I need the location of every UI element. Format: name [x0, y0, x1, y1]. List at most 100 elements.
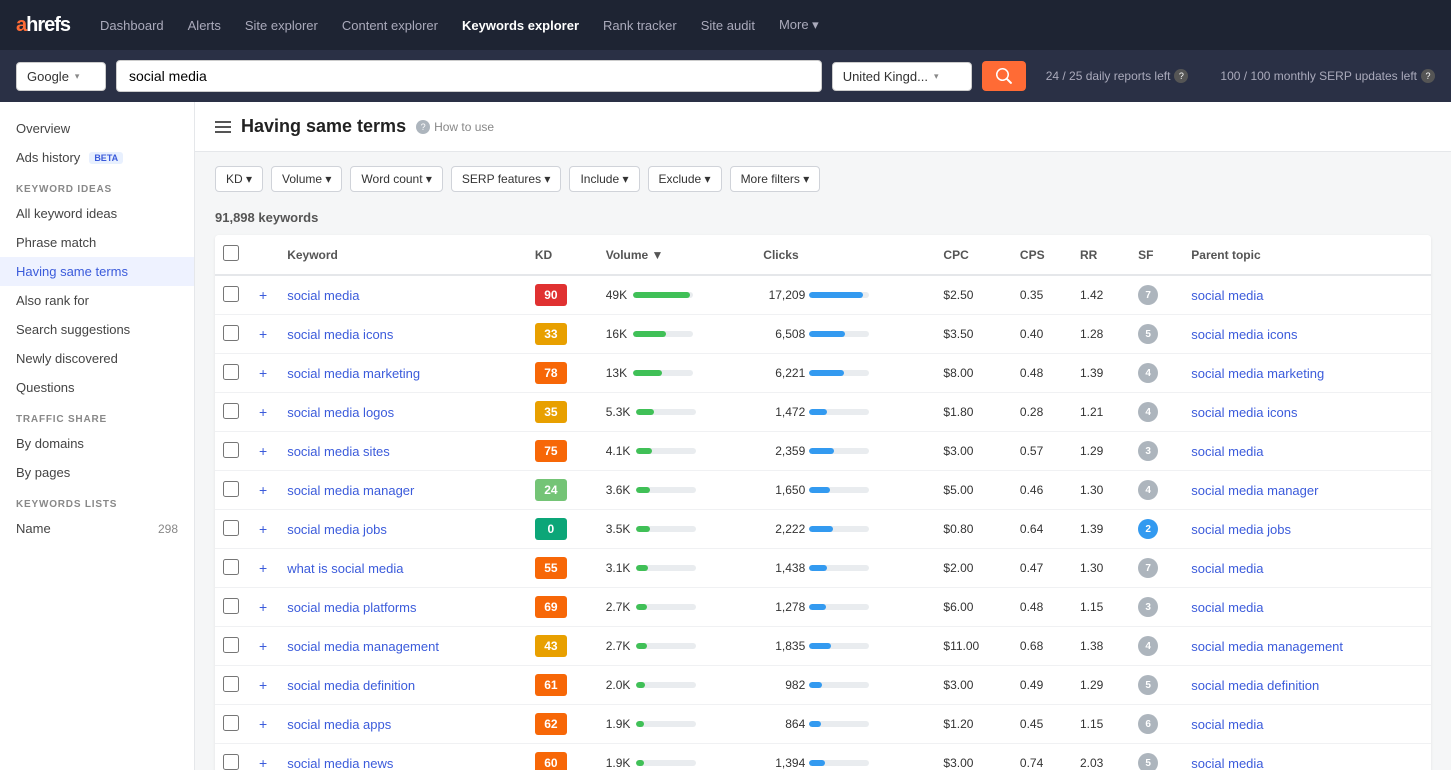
country-select[interactable]: United Kingd... ▾ [832, 62, 972, 91]
nav-more[interactable]: More ▾ [769, 11, 829, 39]
how-to-use-link[interactable]: ? How to use [416, 120, 494, 134]
keyword-link[interactable]: social media marketing [287, 366, 420, 381]
sidebar-item-by-pages[interactable]: By pages [0, 458, 194, 487]
th-clicks[interactable]: Clicks [755, 235, 935, 275]
filter-include[interactable]: Include ▾ [569, 166, 639, 192]
nav-content-explorer[interactable]: Content explorer [332, 12, 448, 39]
row-checkbox[interactable] [223, 598, 239, 614]
keyword-link[interactable]: social media definition [287, 678, 415, 693]
row-checkbox[interactable] [223, 364, 239, 380]
add-keyword-button[interactable]: + [255, 326, 271, 342]
sidebar-item-all-keyword-ideas[interactable]: All keyword ideas [0, 199, 194, 228]
add-keyword-button[interactable]: + [255, 755, 271, 770]
keyword-link[interactable]: social media manager [287, 483, 414, 498]
row-checkbox[interactable] [223, 715, 239, 731]
sidebar-item-name[interactable]: Name 298 [0, 514, 194, 543]
search-input[interactable] [116, 60, 822, 92]
filter-kd[interactable]: KD ▾ [215, 166, 263, 192]
keyword-link[interactable]: social media apps [287, 717, 391, 732]
add-keyword-button[interactable]: + [255, 365, 271, 381]
row-checkbox[interactable] [223, 481, 239, 497]
th-kd[interactable]: KD [527, 235, 598, 275]
keyword-link[interactable]: social media jobs [287, 522, 387, 537]
add-keyword-button[interactable]: + [255, 599, 271, 615]
select-all-checkbox[interactable] [223, 245, 239, 261]
row-checkbox[interactable] [223, 442, 239, 458]
row-checkbox-cell [215, 666, 247, 705]
parent-topic-link[interactable]: social media marketing [1191, 366, 1324, 381]
row-checkbox[interactable] [223, 325, 239, 341]
sidebar-item-by-domains[interactable]: By domains [0, 429, 194, 458]
engine-select[interactable]: Google ▾ [16, 62, 106, 91]
keyword-link[interactable]: social media sites [287, 444, 390, 459]
keyword-link[interactable]: social media management [287, 639, 439, 654]
sidebar-item-search-suggestions[interactable]: Search suggestions [0, 315, 194, 344]
kd-badge: 62 [535, 713, 567, 735]
sidebar-item-also-rank-for[interactable]: Also rank for [0, 286, 194, 315]
add-keyword-button[interactable]: + [255, 404, 271, 420]
table-row: + social media sites 75 4.1K 2,359 $3.00… [215, 432, 1431, 471]
keyword-link[interactable]: social media logos [287, 405, 394, 420]
sidebar-item-overview[interactable]: Overview [0, 114, 194, 143]
add-keyword-button[interactable]: + [255, 287, 271, 303]
nav-rank-tracker[interactable]: Rank tracker [593, 12, 687, 39]
add-keyword-button[interactable]: + [255, 443, 271, 459]
row-checkbox[interactable] [223, 520, 239, 536]
nav-site-audit[interactable]: Site audit [691, 12, 765, 39]
th-cpc[interactable]: CPC [935, 235, 1012, 275]
sidebar-item-phrase-match[interactable]: Phrase match [0, 228, 194, 257]
parent-topic-link[interactable]: social media definition [1191, 678, 1319, 693]
row-checkbox[interactable] [223, 754, 239, 770]
parent-topic-link[interactable]: social media [1191, 717, 1263, 732]
add-keyword-button[interactable]: + [255, 716, 271, 732]
parent-topic-link[interactable]: social media icons [1191, 405, 1297, 420]
filter-exclude[interactable]: Exclude ▾ [648, 166, 722, 192]
parent-topic-link[interactable]: social media [1191, 444, 1263, 459]
parent-topic-link[interactable]: social media management [1191, 639, 1343, 654]
row-checkbox[interactable] [223, 403, 239, 419]
row-add-cell: + [247, 588, 279, 627]
row-checkbox[interactable] [223, 286, 239, 302]
sidebar-item-newly-discovered[interactable]: Newly discovered [0, 344, 194, 373]
parent-topic-link[interactable]: social media jobs [1191, 522, 1291, 537]
row-checkbox[interactable] [223, 676, 239, 692]
row-checkbox[interactable] [223, 637, 239, 653]
parent-topic-link[interactable]: social media manager [1191, 483, 1318, 498]
parent-topic-link[interactable]: social media [1191, 600, 1263, 615]
add-keyword-button[interactable]: + [255, 521, 271, 537]
parent-topic-link[interactable]: social media [1191, 561, 1263, 576]
parent-topic-link[interactable]: social media icons [1191, 327, 1297, 342]
th-rr[interactable]: RR [1072, 235, 1130, 275]
add-keyword-button[interactable]: + [255, 638, 271, 654]
parent-topic-link[interactable]: social media [1191, 288, 1263, 303]
keywords-count: 91,898 keywords [195, 206, 1451, 235]
nav-site-explorer[interactable]: Site explorer [235, 12, 328, 39]
sidebar-item-ads-history[interactable]: Ads history BETA [0, 143, 194, 172]
ahrefs-logo[interactable]: ahrefs [16, 14, 70, 37]
th-volume[interactable]: Volume ▼ [598, 235, 756, 275]
nav-dashboard[interactable]: Dashboard [90, 12, 174, 39]
search-button[interactable] [982, 61, 1026, 91]
filter-serp-features[interactable]: SERP features ▾ [451, 166, 562, 192]
keyword-link[interactable]: social media icons [287, 327, 393, 342]
filter-volume[interactable]: Volume ▾ [271, 166, 342, 192]
keyword-link[interactable]: what is social media [287, 561, 403, 576]
keywords-list-name-label: Name [16, 521, 51, 536]
keyword-link[interactable]: social media platforms [287, 600, 416, 615]
th-cps[interactable]: CPS [1012, 235, 1072, 275]
th-sf[interactable]: SF [1130, 235, 1183, 275]
monthly-serp-info-icon[interactable]: ? [1421, 69, 1435, 83]
keyword-link[interactable]: social media [287, 288, 359, 303]
daily-reports-info-icon[interactable]: ? [1174, 69, 1188, 83]
add-keyword-button[interactable]: + [255, 482, 271, 498]
sidebar-item-questions[interactable]: Questions [0, 373, 194, 402]
filter-word-count[interactable]: Word count ▾ [350, 166, 443, 192]
add-keyword-button[interactable]: + [255, 677, 271, 693]
add-keyword-button[interactable]: + [255, 560, 271, 576]
sidebar-item-having-same-terms[interactable]: Having same terms [0, 257, 194, 286]
nav-alerts[interactable]: Alerts [178, 12, 231, 39]
filter-more[interactable]: More filters ▾ [730, 166, 821, 192]
menu-toggle[interactable] [215, 121, 231, 133]
row-checkbox[interactable] [223, 559, 239, 575]
nav-keywords-explorer[interactable]: Keywords explorer [452, 12, 589, 39]
